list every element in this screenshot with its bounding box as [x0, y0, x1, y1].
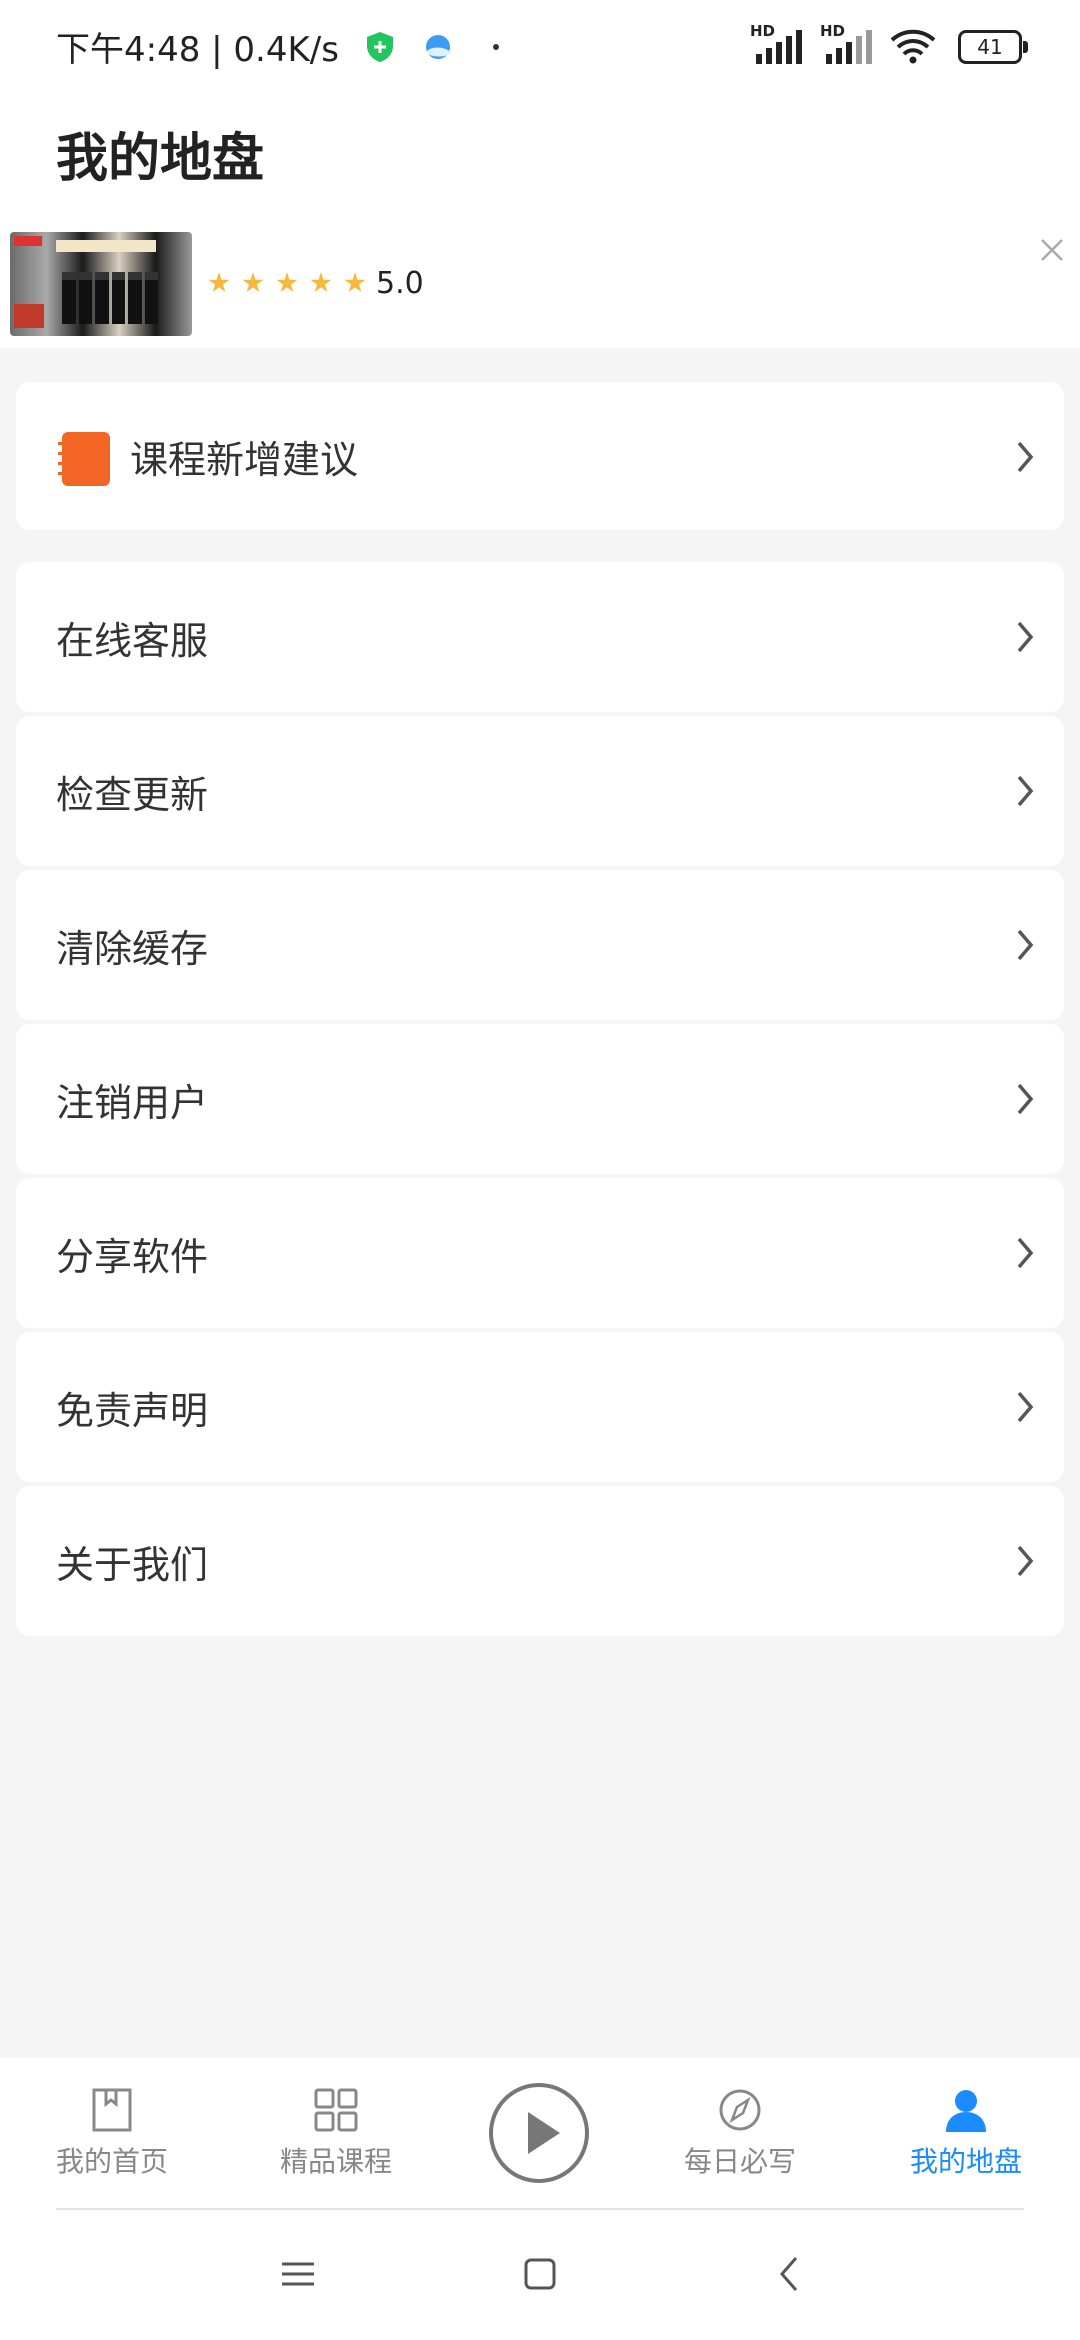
system-nav-bar: [0, 2210, 1080, 2340]
status-right: HD HD 41: [750, 22, 1028, 64]
bookmark-page-icon: [92, 2088, 132, 2132]
suggestion-card: 课程新增建议: [16, 382, 1064, 530]
user-icon: [946, 2090, 986, 2132]
tab-label: 每日必写: [683, 2145, 796, 2178]
signal-2-icon: HD: [820, 22, 874, 64]
chevron-right-icon: [1017, 775, 1034, 807]
tab-daily-writing[interactable]: 每日必写: [640, 2058, 840, 2210]
menu-item-online-service[interactable]: 在线客服: [16, 562, 1064, 712]
menu-item-suggestion[interactable]: 课程新增建议: [16, 382, 1064, 530]
ad-banner[interactable]: 5.0: [0, 222, 1080, 348]
chevron-right-icon: [1017, 441, 1034, 473]
tab-label: 我的地盘: [909, 2145, 1022, 2178]
chevron-right-icon: [1017, 1391, 1034, 1423]
compass-icon: [719, 2089, 761, 2131]
tab-home[interactable]: 我的首页: [12, 2058, 212, 2210]
weather-icon: [425, 34, 451, 59]
chevron-right-icon: [1017, 929, 1034, 961]
tab-label: 我的首页: [55, 2145, 168, 2178]
star-icon: [344, 272, 366, 293]
settings-list: 在线客服 检查更新 清除缓存 注销用户 分享软件 免责声明 关于我们: [16, 562, 1064, 1636]
menu-item-label: 关于我们: [56, 1542, 209, 1587]
chevron-right-icon: [1017, 1545, 1034, 1577]
menu-item-clear-cache[interactable]: 清除缓存: [16, 870, 1064, 1020]
shield-icon: [366, 31, 393, 62]
notebook-icon: [58, 432, 110, 486]
status-left: 下午4:48 | 0.4K/s: [56, 22, 499, 71]
menu-item-label: 课程新增建议: [130, 437, 359, 482]
menu-item-label: 分享软件: [56, 1234, 209, 1279]
chevron-right-icon: [1017, 1083, 1034, 1115]
signal-1-icon: HD: [750, 22, 804, 64]
rating-stars: [208, 272, 366, 294]
wifi-icon: [890, 29, 936, 64]
tab-my-space[interactable]: 我的地盘: [866, 2058, 1066, 2210]
star-icon: [276, 272, 298, 293]
menu-item-label: 免责声明: [56, 1388, 209, 1433]
menu-icon[interactable]: [278, 2254, 318, 2294]
bottom-tab-bar: 我的首页 精品课程 每日必写 我的地盘: [0, 2058, 1080, 2210]
menu-item-delete-account[interactable]: 注销用户: [16, 1024, 1064, 1174]
menu-item-check-update[interactable]: 检查更新: [16, 716, 1064, 866]
menu-item-disclaimer[interactable]: 免责声明: [16, 1332, 1064, 1482]
status-time-speed: 下午4:48 | 0.4K/s: [56, 30, 339, 70]
close-icon[interactable]: [1034, 232, 1070, 268]
chevron-right-icon: [1017, 1237, 1034, 1269]
menu-item-about-us[interactable]: 关于我们: [16, 1486, 1064, 1636]
star-icon: [242, 272, 264, 293]
battery-icon: 41: [958, 30, 1028, 64]
menu-item-label: 清除缓存: [56, 926, 209, 971]
home-icon[interactable]: [520, 2254, 560, 2294]
ad-image[interactable]: [10, 232, 192, 336]
menu-item-label: 注销用户: [56, 1080, 209, 1125]
ad-rating: 5.0: [376, 266, 424, 301]
grid-icon: [314, 2088, 358, 2132]
menu-item-label: 在线客服: [56, 618, 209, 663]
chevron-right-icon: [1017, 621, 1034, 653]
page-title: 我的地盘: [56, 129, 265, 189]
play-button[interactable]: [488, 2082, 590, 2184]
notification-dot-icon: [492, 43, 499, 50]
menu-item-label: 检查更新: [56, 772, 209, 817]
tab-courses[interactable]: 精品课程: [236, 2058, 436, 2210]
back-icon[interactable]: [770, 2254, 810, 2294]
status-bar: 下午4:48 | 0.4K/s HD HD 41: [0, 0, 1080, 92]
battery-level: 41: [977, 35, 1003, 59]
star-icon: [310, 272, 332, 293]
tab-label: 精品课程: [279, 2145, 392, 2178]
menu-item-share-app[interactable]: 分享软件: [16, 1178, 1064, 1328]
star-icon: [208, 272, 230, 293]
